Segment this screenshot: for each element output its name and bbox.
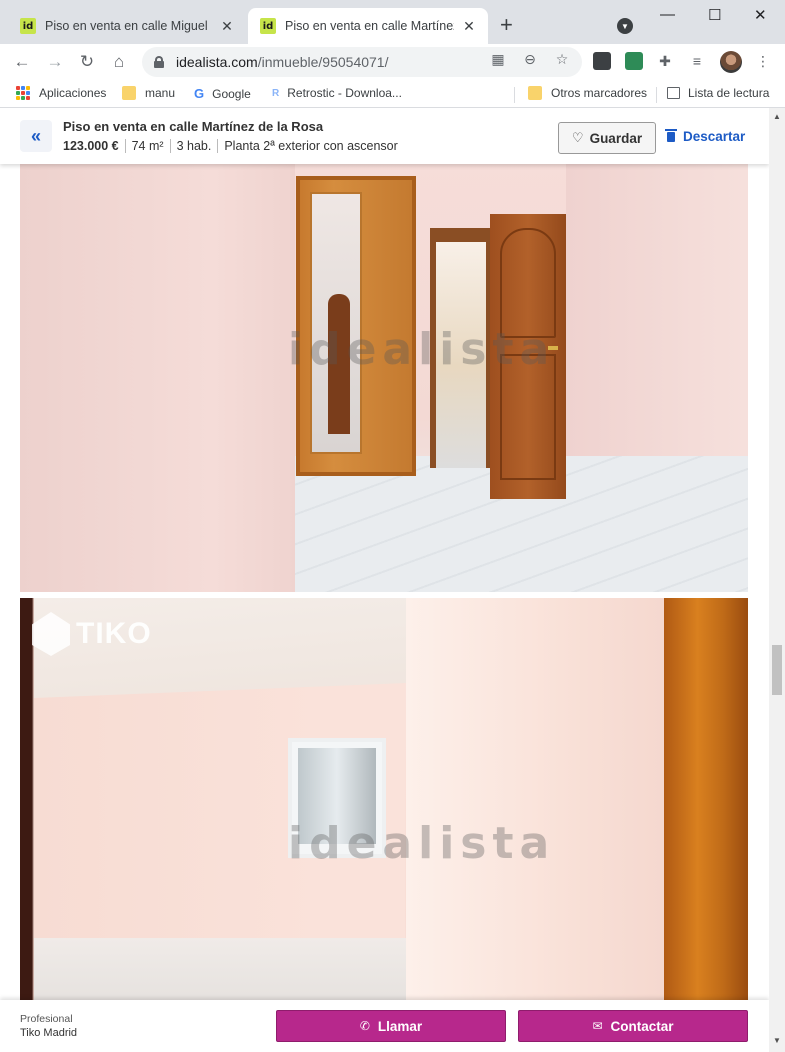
tiko-brand: TIKO (76, 617, 152, 650)
bookmark-aplicaciones[interactable]: Aplicaciones (16, 86, 106, 100)
reading-list-icon (667, 87, 680, 99)
heart-icon: ♡ (571, 130, 584, 145)
door-panel (500, 228, 556, 338)
discard-button[interactable]: Descartar (665, 128, 746, 144)
photo-mirror (310, 192, 362, 454)
meta-divider (169, 139, 171, 153)
scrollbar-thumb[interactable] (772, 645, 782, 695)
contact-bar: Profesional Tiko Madrid ✆ Llamar ✉ Conta… (0, 1000, 769, 1052)
back-double-chevron-icon[interactable]: « (20, 120, 52, 152)
chat-icon: ✉ (592, 1019, 603, 1033)
advertiser-type: Profesional (20, 1013, 73, 1025)
bookmark-label: Aplicaciones (39, 86, 107, 100)
idealista-watermark: idealista (288, 818, 556, 869)
close-window-button[interactable]: ✕ (754, 6, 767, 24)
listing-photo-hallway[interactable]: idealista (20, 156, 748, 592)
bookmark-star-icon[interactable]: ☆ (553, 50, 571, 68)
tab-search-icon[interactable]: ▼ (617, 18, 633, 34)
bookmark-lista-de-lectura[interactable]: Lista de lectura (667, 86, 769, 100)
minimize-button[interactable]: — (660, 6, 675, 23)
trash-icon (665, 128, 677, 142)
new-tab-button[interactable]: + (500, 14, 513, 36)
bookmark-label: Google (212, 86, 251, 101)
agency-name[interactable]: Tiko Madrid (20, 1027, 77, 1039)
photo-column (406, 598, 664, 1008)
photo-wall (20, 156, 295, 592)
listing-sticky-header: « Piso en venta en calle Martínez de la … (0, 108, 769, 164)
photo-wood-frame (664, 598, 748, 1008)
listing-price: 123.000 € (63, 139, 119, 153)
bookmark-retrostic[interactable]: R Retrostic - Downloa... (272, 86, 402, 100)
bookmark-label: Lista de lectura (688, 86, 770, 100)
reload-icon[interactable]: ↻ (75, 50, 99, 74)
listing-photo-bedroom[interactable]: TIKO idealista (20, 598, 748, 1008)
bookmarks-divider (514, 87, 515, 103)
tab-martinez-de-la-rosa[interactable]: id Piso en venta en calle Martínez de la… (248, 8, 488, 44)
tiko-logo: TIKO (32, 612, 152, 656)
page-viewport: idealista TIKO idealista « Piso en venta… (0, 108, 769, 1052)
url-host: idealista.com (176, 54, 258, 70)
listing-meta: 123.000 € 74 m² 3 hab. Planta 2ª exterio… (63, 139, 398, 153)
browser-toolbar: ← → ↻ ⌂ idealista.com/inmueble/95054071/… (0, 44, 785, 80)
call-button[interactable]: ✆ Llamar (276, 1010, 506, 1042)
back-arrow-icon[interactable]: ← (10, 50, 34, 74)
save-label: Guardar (589, 130, 643, 146)
forward-arrow-icon[interactable]: → (43, 50, 67, 74)
apps-grid-icon (16, 86, 30, 100)
maximize-button[interactable]: ☐ (708, 6, 721, 24)
save-button[interactable]: ♡ Guardar (558, 122, 656, 154)
scroll-up-arrow-icon[interactable]: ▲ (773, 112, 781, 121)
listing-rooms: 3 hab. (176, 139, 212, 153)
discard-label: Descartar (683, 129, 746, 144)
phone-icon: ✆ (359, 1019, 370, 1033)
tab-close-icon[interactable]: ✕ (218, 17, 236, 35)
idealista-favicon-icon: id (260, 18, 276, 34)
photo-wall (566, 156, 748, 496)
profile-avatar[interactable] (720, 51, 742, 73)
tab-title: Piso en venta en calle Martínez de la Ro… (285, 19, 454, 33)
scroll-down-arrow-icon[interactable]: ▼ (773, 1036, 781, 1045)
bookmark-manu[interactable]: manu (122, 86, 175, 100)
address-bar[interactable]: idealista.com/inmueble/95054071/ (142, 47, 582, 77)
listing-floor: Planta 2ª exterior con ascensor (224, 139, 398, 153)
photo-floor (34, 938, 406, 1008)
tab-close-icon[interactable]: ✕ (460, 17, 478, 35)
contact-button[interactable]: ✉ Contactar (518, 1010, 748, 1042)
meta-divider (217, 139, 219, 153)
tab-strip: id Piso en venta en calle Miguel Moya ✕ … (0, 0, 785, 44)
google-icon: G (194, 86, 205, 101)
url-path: /inmueble/95054071/ (257, 54, 389, 70)
qr-code-icon[interactable]: ▦ (489, 50, 507, 68)
bookmark-google[interactable]: G Google (194, 86, 251, 101)
tab-miguel-moya[interactable]: id Piso en venta en calle Miguel Moya ✕ (8, 8, 246, 44)
bookmark-otros-marcadores[interactable]: Otros marcadores (528, 86, 647, 100)
bookmark-label: Retrostic - Downloa... (287, 86, 402, 100)
page-scrollbar[interactable]: ▲ ▼ (769, 108, 785, 1052)
tab-title: Piso en venta en calle Miguel Moya (45, 19, 212, 33)
folder-icon (528, 86, 542, 100)
lock-icon[interactable] (154, 56, 164, 68)
extension-dark-icon[interactable] (593, 52, 611, 70)
home-icon[interactable]: ⌂ (107, 50, 131, 74)
folder-icon (122, 86, 136, 100)
idealista-watermark: idealista (288, 324, 556, 375)
retrostic-icon: R (272, 87, 280, 99)
idealista-favicon-icon: id (20, 18, 36, 34)
bookmarks-divider (656, 87, 657, 103)
contact-label: Contactar (610, 1018, 674, 1034)
extensions-puzzle-icon[interactable]: ✚ (656, 52, 674, 70)
bookmark-label: Otros marcadores (551, 86, 648, 100)
zoom-out-icon[interactable]: ⊖ (521, 50, 539, 68)
call-label: Llamar (377, 1018, 423, 1034)
meta-divider (124, 139, 126, 153)
listing-title: Piso en venta en calle Martínez de la Ro… (63, 119, 324, 134)
menu-kebab-icon[interactable]: ⋮ (754, 52, 772, 70)
tiko-shield-icon (32, 612, 70, 656)
extension-green-icon[interactable] (625, 52, 643, 70)
listing-area: 74 m² (131, 139, 164, 153)
bookmarks-bar: Aplicaciones manu G Google R Retrostic -… (0, 80, 785, 108)
bookmark-label: manu (145, 86, 176, 100)
media-control-icon[interactable]: ≡ (688, 52, 706, 70)
